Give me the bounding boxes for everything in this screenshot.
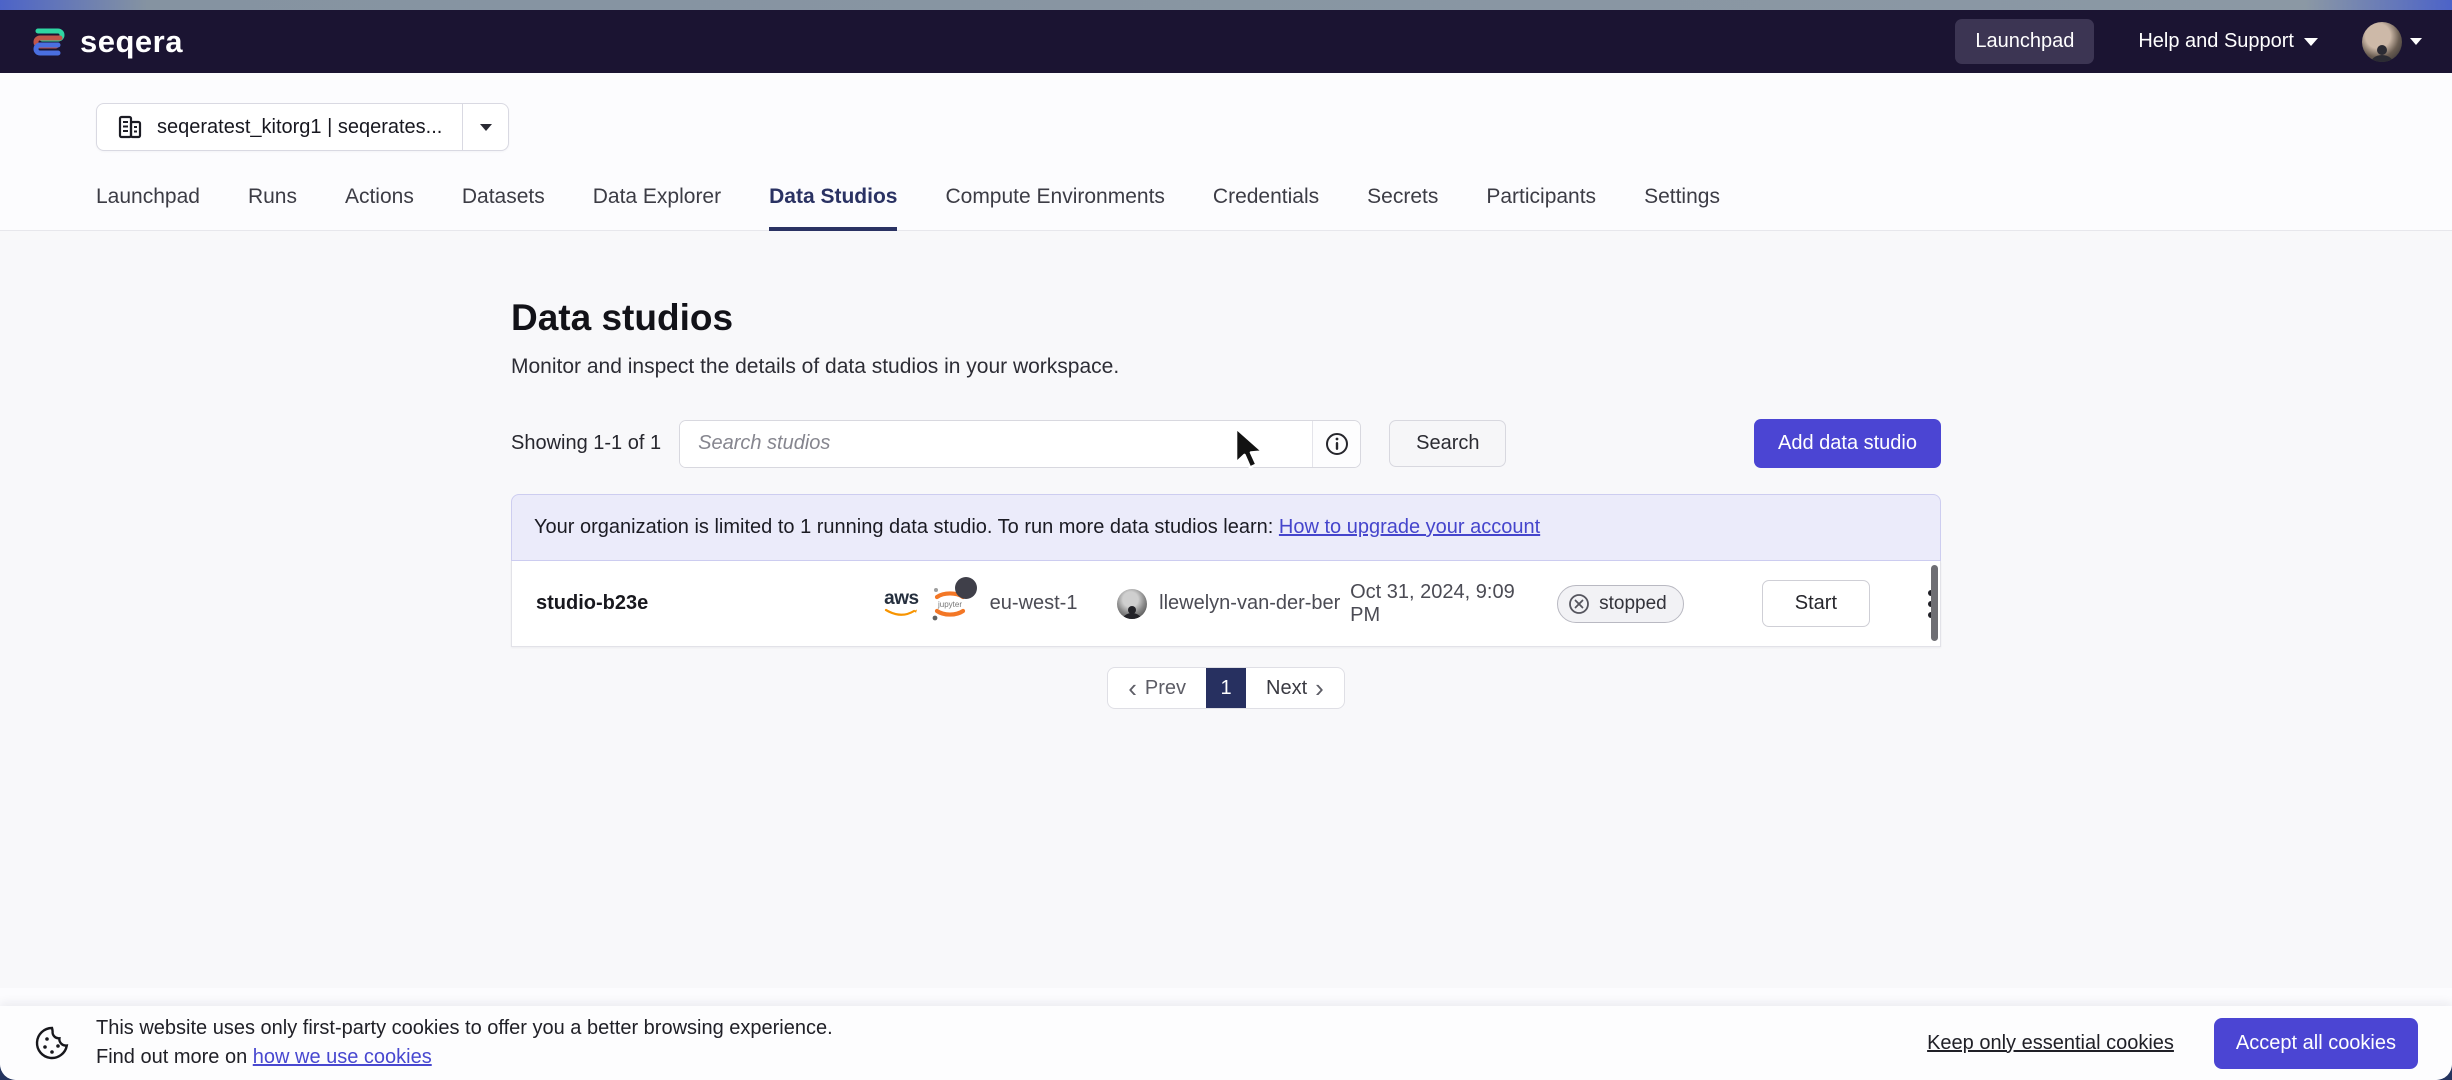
seqera-logo-icon — [30, 23, 68, 61]
aws-icon: aws — [884, 589, 918, 618]
tab-compute-environments[interactable]: Compute Environments — [945, 185, 1164, 230]
person-icon — [2368, 45, 2396, 62]
tab-data-explorer[interactable]: Data Explorer — [593, 185, 721, 230]
main-content: Data studios Monitor and inspect the det… — [0, 231, 2452, 988]
accept-all-cookies-button[interactable]: Accept all cookies — [2214, 1018, 2418, 1069]
tab-secrets[interactable]: Secrets — [1367, 185, 1438, 230]
jupyter-icon: jupyter — [929, 583, 971, 625]
cookie-message: This website uses only first-party cooki… — [96, 1014, 833, 1072]
workspace-bar: seqeratest_kitorg1 | seqerates... Launch… — [0, 73, 2452, 231]
page-title: Data studios — [511, 297, 1941, 339]
limit-banner: Your organization is limited to 1 runnin… — [511, 494, 1941, 561]
workspace-selector-label: seqeratest_kitorg1 | seqerates... — [157, 116, 442, 139]
table-row[interactable]: studio-b23e aws jupyter — [511, 561, 1941, 647]
tab-runs[interactable]: Runs — [248, 185, 297, 230]
pagination-prev[interactable]: ‹ Prev — [1108, 668, 1206, 708]
launchpad-button[interactable]: Launchpad — [1955, 19, 2094, 64]
search-button[interactable]: Search — [1389, 420, 1506, 467]
result-count: Showing 1-1 of 1 — [511, 432, 661, 455]
seqera-logo[interactable]: seqera — [30, 23, 183, 61]
prev-label: Prev — [1145, 677, 1186, 700]
toolbar: Showing 1-1 of 1 Search Add data studio — [511, 419, 1941, 468]
tab-actions[interactable]: Actions — [345, 185, 414, 230]
pagination: ‹ Prev 1 Next › — [511, 667, 1941, 709]
next-label: Next — [1266, 677, 1307, 700]
tab-credentials[interactable]: Credentials — [1213, 185, 1319, 230]
chevron-down-icon — [2304, 38, 2318, 46]
tab-launchpad[interactable]: Launchpad — [96, 185, 200, 230]
chevron-right-icon: › — [1315, 675, 1324, 701]
pagination-page-1[interactable]: 1 — [1206, 668, 1246, 708]
user-avatar — [2362, 22, 2402, 62]
workspace-selector-caret[interactable] — [462, 103, 508, 151]
chevron-down-icon — [480, 124, 492, 131]
app-window: seqera Launchpad Help and Support — [0, 10, 2452, 1080]
studio-name[interactable]: studio-b23e — [512, 592, 884, 615]
brand-wordmark: seqera — [80, 24, 183, 60]
search-input[interactable] — [680, 421, 1312, 467]
studio-owner: llewelyn-van-der-ber — [1117, 589, 1350, 619]
cookie-banner: This website uses only first-party cooki… — [0, 1006, 2452, 1080]
keep-essential-cookies-button[interactable]: Keep only essential cookies — [1927, 1032, 2174, 1055]
cookie-line1: This website uses only first-party cooki… — [96, 1014, 833, 1043]
workspace-tabs: Launchpad Runs Actions Datasets Data Exp… — [0, 151, 2452, 231]
owner-avatar — [1117, 589, 1147, 619]
add-data-studio-button[interactable]: Add data studio — [1754, 419, 1941, 468]
pagination-next[interactable]: Next › — [1246, 668, 1344, 708]
page-subtitle: Monitor and inspect the details of data … — [511, 355, 1941, 379]
chevron-down-icon — [2410, 38, 2422, 45]
status-label: stopped — [1599, 593, 1667, 615]
upgrade-account-link[interactable]: How to upgrade your account — [1279, 516, 1540, 538]
svg-text:jupyter: jupyter — [937, 600, 962, 609]
cookie-policy-link[interactable]: how we use cookies — [253, 1046, 432, 1068]
user-menu[interactable] — [2362, 22, 2422, 62]
top-navbar: seqera Launchpad Help and Support — [0, 10, 2452, 73]
status-badge: stopped — [1557, 585, 1684, 623]
tab-datasets[interactable]: Datasets — [462, 185, 545, 230]
aws-label: aws — [884, 589, 918, 608]
limit-banner-text: Your organization is limited to 1 runnin… — [534, 516, 1279, 538]
tab-data-studios[interactable]: Data Studios — [769, 185, 897, 231]
desktop-top-edge — [0, 0, 2452, 10]
jupyter-version-badge — [955, 577, 977, 599]
owner-name: llewelyn-van-der-ber — [1159, 592, 1340, 615]
chevron-left-icon: ‹ — [1128, 675, 1137, 701]
person-icon — [1121, 606, 1143, 619]
studio-created-date: Oct 31, 2024, 9:09 PM — [1350, 581, 1539, 627]
info-icon — [1325, 432, 1349, 456]
start-button[interactable]: Start — [1762, 580, 1870, 627]
studio-icons: aws jupyter — [884, 583, 990, 625]
cookie-icon — [34, 1025, 70, 1061]
studio-region: eu-west-1 — [990, 592, 1117, 615]
tab-participants[interactable]: Participants — [1486, 185, 1596, 230]
organization-icon — [117, 114, 143, 140]
tab-settings[interactable]: Settings — [1644, 185, 1720, 230]
search-group — [679, 420, 1361, 468]
cookie-line2-prefix: Find out more on — [96, 1046, 253, 1068]
workspace-selector[interactable]: seqeratest_kitorg1 | seqerates... — [96, 103, 509, 151]
stopped-icon — [1568, 593, 1590, 615]
help-and-support-menu[interactable]: Help and Support — [2138, 30, 2318, 53]
aws-smile — [884, 608, 918, 618]
table-scrollbar[interactable] — [1931, 565, 1938, 641]
help-and-support-label: Help and Support — [2138, 30, 2294, 53]
search-info-segment[interactable] — [1312, 421, 1360, 467]
